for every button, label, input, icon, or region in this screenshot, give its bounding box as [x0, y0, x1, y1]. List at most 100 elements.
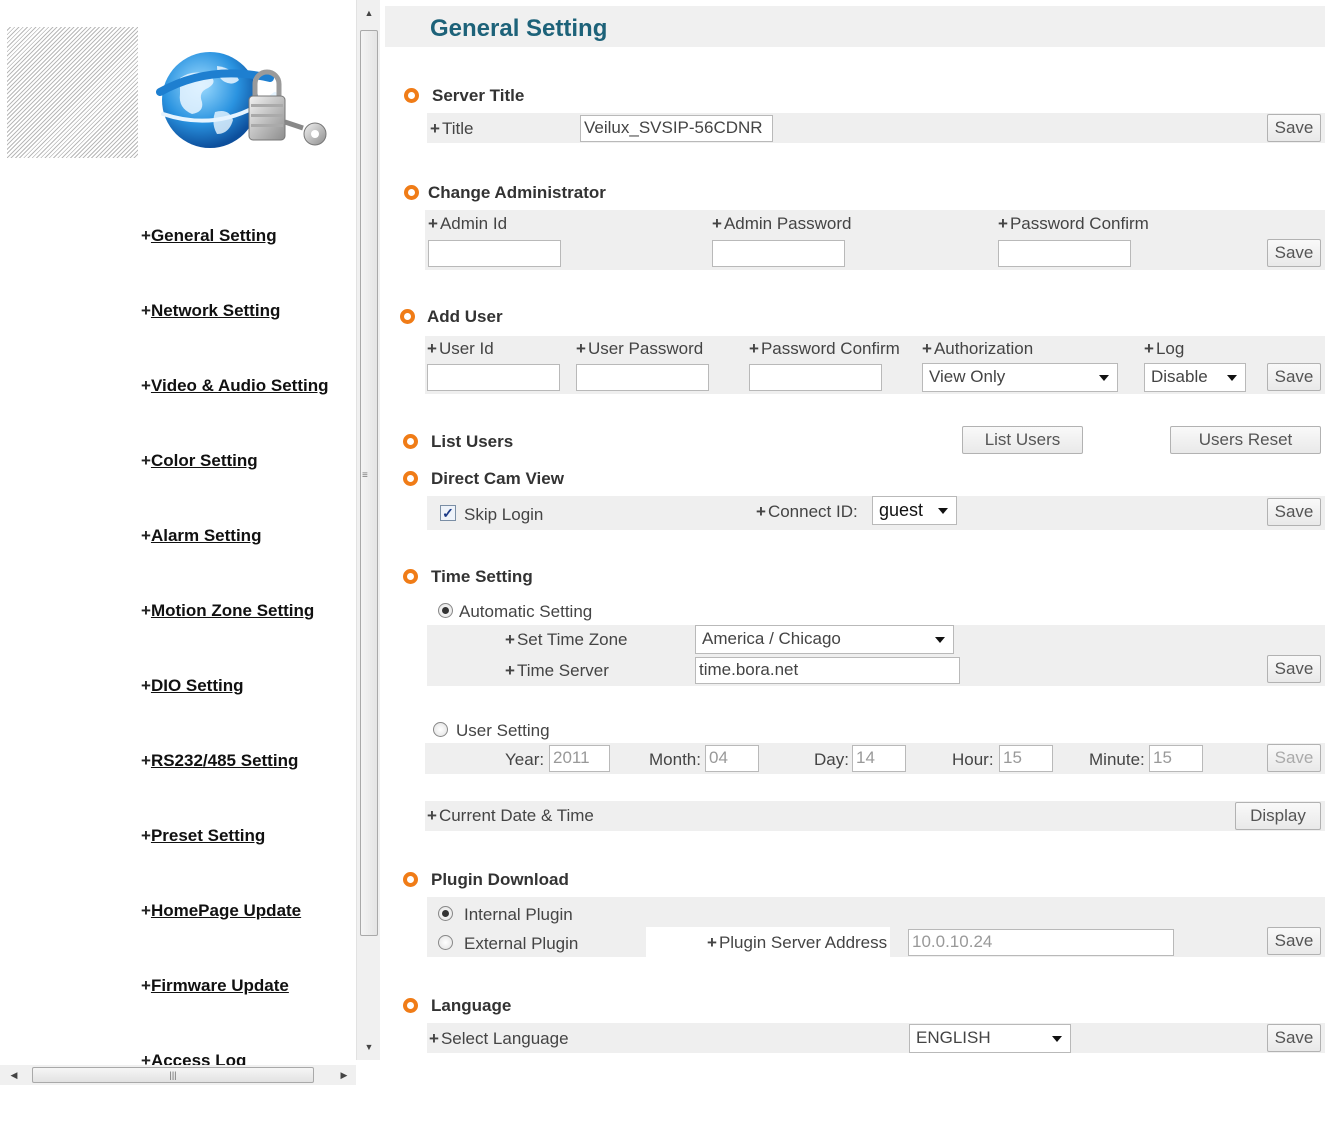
sidebar-link[interactable]: Preset Setting — [151, 826, 265, 845]
user-id-input[interactable] — [427, 364, 560, 391]
sidebar-link[interactable]: Network Setting — [151, 301, 280, 320]
placeholder-image — [7, 27, 138, 158]
chevron-down-icon — [1052, 1036, 1062, 1042]
hour-input[interactable]: 15 — [999, 745, 1053, 772]
save-time-server-button[interactable]: Save — [1267, 655, 1321, 683]
display-time-button[interactable]: Display — [1235, 802, 1321, 830]
user-password-input[interactable] — [576, 364, 709, 391]
scroll-down-icon[interactable]: ▼ — [357, 1036, 381, 1058]
sidebar-item-general[interactable]: +General Setting — [141, 226, 329, 301]
sidebar-link[interactable]: Firmware Update — [151, 976, 289, 995]
time-zone-select[interactable]: America / Chicago — [695, 625, 954, 654]
connect-id-select[interactable]: guest — [872, 496, 957, 525]
selected-value: ENGLISH — [916, 1028, 991, 1047]
sidebar-menu: +General Setting +Network Setting +Video… — [141, 226, 329, 1126]
bullet-icon — [400, 309, 415, 324]
bullet-icon — [404, 185, 419, 200]
section-heading: List Users — [431, 432, 514, 451]
sidebar-item-rs232-485[interactable]: +RS232/485 Setting — [141, 751, 329, 826]
save-server-title-button[interactable]: Save — [1267, 114, 1321, 142]
sidebar-link[interactable]: DIO Setting — [151, 676, 244, 695]
section-heading: Add User — [427, 307, 503, 326]
selected-value: America / Chicago — [702, 629, 841, 648]
internal-plugin-radio[interactable] — [438, 906, 453, 921]
page-title: General Setting — [430, 15, 608, 42]
vertical-scrollbar[interactable]: ▲ ≡ ▼ — [356, 0, 380, 1060]
settings-content: General Setting Server Title + Title Veil… — [385, 0, 1325, 1085]
save-direct-cam-button[interactable]: Save — [1267, 498, 1321, 526]
scroll-left-icon[interactable]: ◀ — [4, 1065, 24, 1085]
sidebar-item-preset[interactable]: +Preset Setting — [141, 826, 329, 901]
title-input[interactable]: Veilux_SVSIP-56CDNR — [580, 115, 773, 142]
month-input[interactable]: 04 — [705, 745, 759, 772]
year-input[interactable]: 2011 — [549, 745, 610, 772]
sidebar-item-color[interactable]: +Color Setting — [141, 451, 329, 526]
save-admin-button[interactable]: Save — [1267, 239, 1321, 267]
automatic-setting-radio[interactable] — [438, 603, 453, 618]
server-title-row — [427, 113, 1325, 143]
language-select[interactable]: ENGLISH — [909, 1024, 1071, 1053]
selected-value: guest — [879, 500, 924, 520]
sidebar-item-network[interactable]: +Network Setting — [141, 301, 329, 376]
user-password-confirm-input[interactable] — [749, 364, 882, 391]
scroll-up-icon[interactable]: ▲ — [357, 2, 381, 24]
sidebar-item-motion-zone[interactable]: +Motion Zone Setting — [141, 601, 329, 676]
sidebar-link[interactable]: HomePage Update — [151, 901, 301, 920]
internal-plugin-label: Internal Plugin — [464, 905, 573, 924]
sidebar-link[interactable]: Motion Zone Setting — [151, 601, 314, 620]
day-input[interactable]: 14 — [852, 745, 906, 772]
vertical-scroll-thumb[interactable] — [360, 30, 378, 936]
admin-id-input[interactable] — [428, 240, 561, 267]
save-user-button[interactable]: Save — [1267, 363, 1321, 391]
chevron-down-icon — [938, 508, 948, 514]
plugin-server-address-label: + Plugin Server Address — [707, 933, 888, 952]
section-add-user: Add User — [400, 307, 503, 327]
sidebar-item-video-audio[interactable]: +Video & Audio Setting — [141, 376, 329, 451]
save-manual-time-button[interactable]: Save — [1267, 744, 1321, 772]
scroll-right-icon[interactable]: ▶ — [334, 1065, 354, 1085]
bullet-icon — [403, 569, 418, 584]
sidebar-item-homepage-update[interactable]: +HomePage Update — [141, 901, 329, 976]
horizontal-scroll-thumb[interactable]: ||| — [32, 1067, 314, 1083]
day-label: Day: — [814, 750, 849, 769]
section-change-administrator: Change Administrator — [404, 183, 606, 203]
user-setting-radio[interactable] — [433, 722, 448, 737]
admin-id-label: + Admin Id — [428, 214, 508, 233]
time-server-input[interactable]: time.bora.net — [695, 657, 960, 684]
skip-login-checkbox[interactable]: ✓ — [440, 505, 456, 521]
plugin-server-address-input[interactable]: 10.0.10.24 — [908, 929, 1174, 956]
bullet-icon — [404, 88, 419, 103]
list-users-button[interactable]: List Users — [962, 426, 1083, 454]
section-heading: Server Title — [432, 86, 525, 105]
sidebar-link[interactable]: General Setting — [151, 226, 277, 245]
sidebar-link[interactable]: RS232/485 Setting — [151, 751, 298, 770]
bullet-icon — [403, 998, 418, 1013]
password-confirm-label: + Password Confirm — [998, 214, 1149, 233]
section-direct-cam-view: Direct Cam View — [403, 469, 564, 489]
sidebar-link[interactable]: Alarm Setting — [151, 526, 262, 545]
save-language-button[interactable]: Save — [1267, 1024, 1321, 1052]
save-plugin-button[interactable]: Save — [1267, 927, 1321, 955]
page-header: General Setting — [385, 6, 1325, 47]
authorization-select[interactable]: View Only — [922, 363, 1118, 392]
sidebar-item-access-log[interactable]: +Access Log — [141, 1051, 329, 1126]
sidebar-item-alarm[interactable]: +Alarm Setting — [141, 526, 329, 601]
horizontal-scrollbar[interactable]: ◀ ||| ▶ — [0, 1065, 356, 1085]
sidebar-link[interactable]: Color Setting — [151, 451, 258, 470]
user-id-label: + User Id — [427, 339, 494, 358]
admin-password-input[interactable] — [712, 240, 845, 267]
sidebar-item-dio[interactable]: +DIO Setting — [141, 676, 329, 751]
section-list-users: List Users — [403, 432, 514, 452]
sidebar-item-firmware-update[interactable]: +Firmware Update — [141, 976, 329, 1051]
minute-input[interactable]: 15 — [1149, 745, 1203, 772]
sidebar-link[interactable]: Video & Audio Setting — [151, 376, 329, 395]
selected-value: Disable — [1151, 367, 1208, 386]
section-heading: Direct Cam View — [431, 469, 564, 488]
log-select[interactable]: Disable — [1144, 363, 1246, 392]
month-label: Month: — [649, 750, 701, 769]
external-plugin-radio[interactable] — [438, 935, 453, 950]
current-date-time-label: + Current Date & Time — [427, 806, 594, 825]
users-reset-button[interactable]: Users Reset — [1170, 426, 1321, 454]
external-plugin-label: External Plugin — [464, 934, 579, 953]
admin-password-confirm-input[interactable] — [998, 240, 1131, 267]
